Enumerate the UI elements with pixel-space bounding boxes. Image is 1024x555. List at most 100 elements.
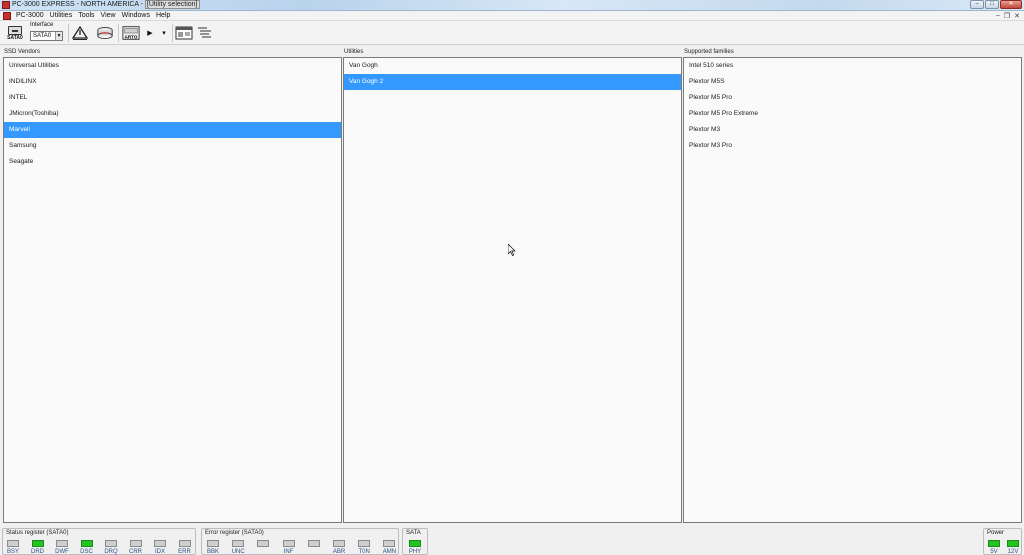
status-register-group: Status register (SATA0) BSY DRD DWF DSC DRQ C… xyxy=(2,528,196,555)
list-item[interactable]: Plextor M5 Pro Extreme xyxy=(684,106,1021,122)
list-item[interactable]: Intel 510 series xyxy=(684,58,1021,74)
run-button[interactable]: ▶ xyxy=(145,23,155,43)
supported-families-list[interactable]: Intel 510 series Plextor M5S Plextor M5 Pr… xyxy=(683,57,1022,523)
status-led-label: IDX xyxy=(154,549,165,555)
run-dropdown-button[interactable]: ▾ xyxy=(159,23,169,43)
list-lines-icon xyxy=(198,27,211,38)
status-led xyxy=(207,540,219,547)
power-group: Power 5V 12V xyxy=(983,528,1022,555)
menu-item[interactable]: Tools xyxy=(78,12,94,19)
interface-value: SATA0 xyxy=(33,33,52,39)
interface-label: Interface xyxy=(30,22,54,28)
status-led-label: ERR xyxy=(178,549,191,555)
status-led-label: INF xyxy=(283,549,294,555)
list-item[interactable]: Plextor M5S xyxy=(684,74,1021,90)
status-led-label: DRQ xyxy=(104,549,118,555)
arto-button[interactable]: ARTO xyxy=(121,23,141,43)
app-icon[interactable] xyxy=(2,1,10,9)
status-led xyxy=(409,540,421,547)
window-controls: – □ ✕ xyxy=(970,0,1022,10)
ssd-vendors-label: SSD Vendors xyxy=(4,49,41,55)
toolbar-separator xyxy=(172,24,173,42)
window-layout-icon xyxy=(175,26,193,40)
list-item[interactable]: Van Gogh xyxy=(344,58,681,74)
status-register-title: Status register (SATA0) xyxy=(6,530,69,536)
list-item[interactable]: Seagate xyxy=(4,154,341,170)
list-item[interactable]: Plextor M3 Pro xyxy=(684,138,1021,154)
mdi-minimize-button[interactable]: – xyxy=(996,12,1000,20)
document-icon[interactable] xyxy=(3,12,11,20)
menu-item[interactable]: View xyxy=(101,12,116,19)
status-led xyxy=(383,540,396,547)
title-bar[interactable]: PC-3000 EXPRESS - NORTH AMERICA - [Utili… xyxy=(0,0,1024,11)
status-led xyxy=(257,540,270,547)
window-layout-button[interactable] xyxy=(175,23,193,43)
status-led-label: BSY xyxy=(6,549,19,555)
list-item[interactable]: Marvell xyxy=(4,122,341,138)
power-control-button[interactable] xyxy=(71,23,89,43)
status-led-label: UNC xyxy=(231,549,245,555)
interface-select[interactable]: SATA0 ▼ xyxy=(30,31,63,41)
close-button[interactable]: ✕ xyxy=(1000,0,1022,9)
status-led xyxy=(178,540,191,547)
status-led xyxy=(282,540,295,547)
menu-bar: PC-3000 Utilities Tools View Windows Help – ❐… xyxy=(0,11,1024,21)
list-item[interactable]: INDILINX xyxy=(4,74,341,90)
status-led xyxy=(307,540,320,547)
mdi-restore-button[interactable]: ❐ xyxy=(1004,12,1010,20)
status-led-label: T0N xyxy=(358,549,370,555)
list-item[interactable]: Samsung xyxy=(4,138,341,154)
status-led xyxy=(154,540,166,547)
supported-families-label: Supported families xyxy=(684,49,734,55)
minimize-button[interactable]: – xyxy=(970,0,984,9)
status-led-label: DRD xyxy=(31,549,44,555)
status-led-label: DWF xyxy=(55,549,69,555)
status-led xyxy=(31,540,44,547)
status-led-label: DSC xyxy=(80,549,93,555)
list-item[interactable]: JMicron(Toshiba) xyxy=(4,106,341,122)
status-led xyxy=(1007,540,1019,547)
list-item[interactable]: INTEL xyxy=(4,90,341,106)
status-led xyxy=(129,540,142,547)
power-title: Power xyxy=(987,530,1005,536)
mdi-controls: – ❐ ✕ xyxy=(996,12,1020,20)
status-led-label: 12V xyxy=(1007,549,1019,555)
status-led-label: PHY xyxy=(408,549,422,555)
status-led xyxy=(333,540,345,547)
mdi-close-button[interactable]: ✕ xyxy=(1014,12,1020,20)
list-item[interactable]: Plextor M3 xyxy=(684,122,1021,138)
log-button[interactable] xyxy=(197,23,213,43)
error-register-group: Error register (SATA0) BBK UNC INF ABR T0N AM… xyxy=(201,528,399,555)
list-item[interactable]: Van Gogh 2 xyxy=(344,74,681,90)
sata-port-button[interactable]: SATA0 xyxy=(4,23,26,43)
list-item[interactable]: Plextor M5 Pro xyxy=(684,90,1021,106)
toolbar-separator xyxy=(68,24,69,42)
window-title-text: PC-3000 EXPRESS - NORTH AMERICA - xyxy=(12,1,145,8)
status-led-label: AMN xyxy=(382,549,397,555)
toolbar: SATA0 Interface SATA0 ▼ ARTO ▶ ▾ xyxy=(0,21,1024,45)
sata-plug-icon xyxy=(8,25,22,35)
menu-item[interactable]: Help xyxy=(156,12,170,19)
status-led xyxy=(56,540,68,547)
list-item[interactable]: Universal Utilities xyxy=(4,58,341,74)
chevron-down-icon[interactable]: ▼ xyxy=(55,32,62,40)
interface-group: Interface SATA0 ▼ xyxy=(30,22,66,44)
window-title: PC-3000 EXPRESS - NORTH AMERICA - [Utili… xyxy=(12,0,200,9)
drive-button[interactable] xyxy=(95,23,115,43)
menu-items: PC-3000 Utilities Tools View Windows Help xyxy=(16,12,170,19)
power-control-icon xyxy=(71,25,89,40)
error-register-title: Error register (SATA0) xyxy=(205,530,264,536)
status-led-label: ABR xyxy=(332,549,346,555)
maximize-button[interactable]: □ xyxy=(985,0,999,9)
arto-icon: ARTO xyxy=(122,26,140,40)
status-led xyxy=(7,540,19,547)
ssd-vendors-list[interactable]: Universal Utilities INDILINX INTEL JMicron(… xyxy=(3,57,342,523)
window-title-selection: [Utility selection] xyxy=(144,0,200,9)
utilities-label: Utilities xyxy=(344,49,364,55)
menu-item[interactable]: Windows xyxy=(122,12,150,19)
utilities-list[interactable]: Van Gogh Van Gogh 2 xyxy=(343,57,682,523)
menu-item[interactable]: PC-3000 xyxy=(16,12,44,19)
hard-drive-icon xyxy=(97,26,113,40)
sata-port-label: SATA0 xyxy=(7,34,23,41)
menu-item[interactable]: Utilities xyxy=(50,12,73,19)
